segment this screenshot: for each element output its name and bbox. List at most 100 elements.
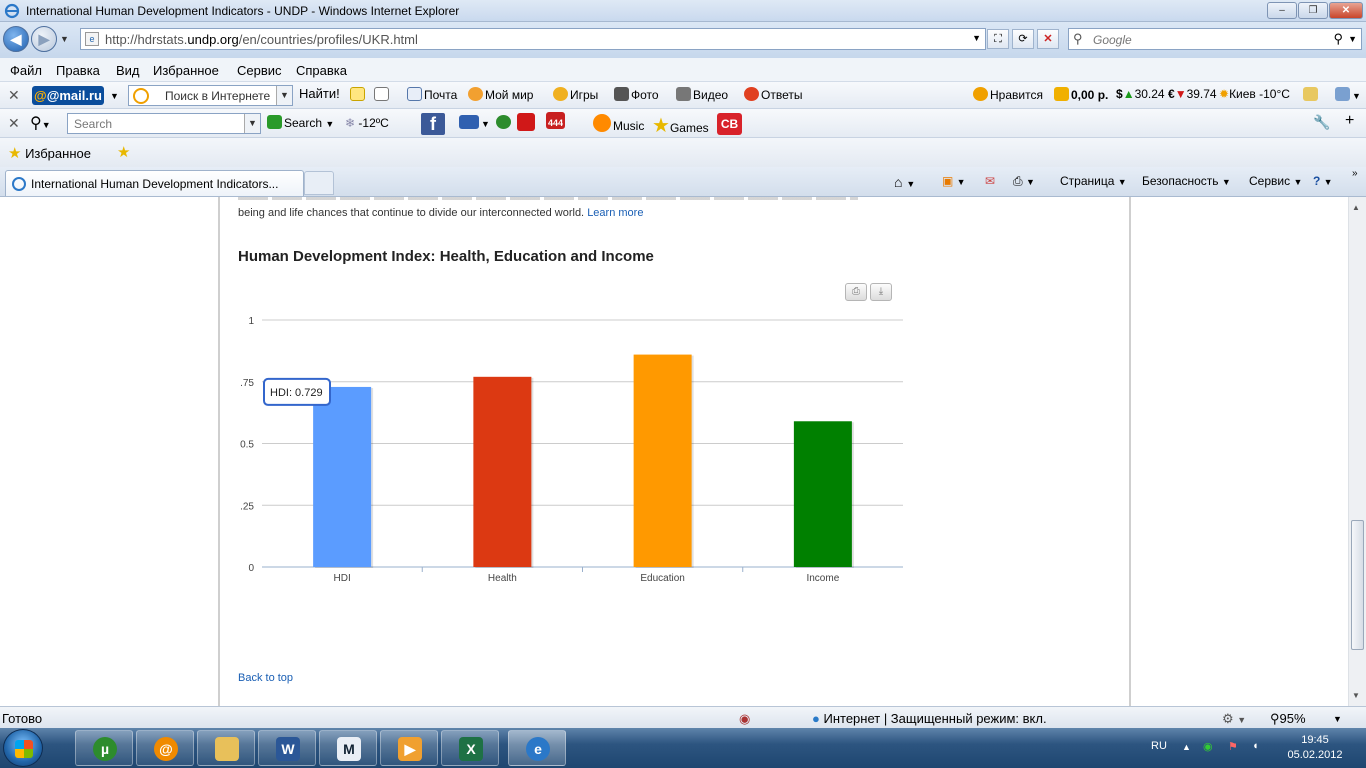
compatibility-view-button[interactable]: ⛶ xyxy=(987,29,1009,49)
menu-help[interactable]: Справка xyxy=(296,63,347,78)
cb-icon[interactable]: CB xyxy=(717,113,742,135)
restore-button[interactable]: ❐ xyxy=(1298,2,1328,19)
facebook-icon[interactable]: f xyxy=(421,113,445,135)
web-search-input[interactable]: ⚲ Google ⚲ ▼ xyxy=(1068,28,1362,50)
weather-temp[interactable]: ❄ -12ºC xyxy=(345,116,389,130)
menu-file[interactable]: Файл xyxy=(10,63,42,78)
menu-favorites[interactable]: Избранное xyxy=(153,63,219,78)
scroll-down-icon[interactable]: ▼ xyxy=(1352,691,1360,700)
system-clock[interactable]: 19:45 05.02.2012 xyxy=(1285,733,1345,763)
taskbar-utorrent[interactable]: µ xyxy=(75,730,133,766)
stop-button[interactable]: ✕ xyxy=(1037,29,1059,49)
protected-mode-icon[interactable]: ⚙ ▼ xyxy=(1222,711,1246,727)
close-toolbar-icon[interactable]: ✕ xyxy=(8,87,20,104)
menu-view[interactable]: Вид xyxy=(116,63,140,78)
add-favorite-icon[interactable]: ★ xyxy=(117,143,130,161)
tab-active[interactable]: International Human Development Indicato… xyxy=(5,170,304,196)
toolbar-answers[interactable]: Ответы xyxy=(744,87,802,102)
add-button[interactable]: + xyxy=(1345,112,1354,130)
page-menu[interactable]: Страница ▼ xyxy=(1060,174,1127,188)
url-field[interactable]: e http://hdrstats.undp.org/en/countries/… xyxy=(80,28,986,50)
volume-icon[interactable]: ◖ xyxy=(1252,740,1259,752)
taskbar-mail-agent[interactable]: @ xyxy=(136,730,194,766)
toolbar-video[interactable]: Видео xyxy=(676,87,728,102)
find-button[interactable]: Найти! xyxy=(299,86,340,101)
close-window-button[interactable]: ✕ xyxy=(1329,2,1363,19)
tray-app-icon[interactable]: ◉ xyxy=(1203,740,1213,753)
taskbar-internet-explorer[interactable]: e xyxy=(508,730,566,766)
favorites-button[interactable]: ★ Избранное xyxy=(8,144,91,162)
chevron-more-icon[interactable]: » xyxy=(1352,168,1358,179)
y-tick-label: 0 xyxy=(248,563,254,574)
security-zone[interactable]: ● Интернет | Защищенный режим: вкл. xyxy=(812,711,1047,726)
taskbar-media-player[interactable]: ▶ xyxy=(380,730,438,766)
menu-tools[interactable]: Сервис xyxy=(237,63,282,78)
start-button[interactable] xyxy=(3,729,43,767)
music-button[interactable]: Music xyxy=(593,114,644,133)
toolbar-photo[interactable]: Фото xyxy=(614,87,659,102)
mailru-search-dropdown-icon[interactable]: ▼ xyxy=(276,86,292,105)
toolbar-search-icon[interactable]: ⚲▼ xyxy=(30,113,51,133)
back-button[interactable]: ◀ xyxy=(3,26,29,52)
tools-menu[interactable]: Сервис ▼ xyxy=(1249,174,1302,188)
mailru-search-input[interactable]: Поиск в Интернете ▼ xyxy=(128,85,293,106)
url-text[interactable]: http://hdrstats.undp.org/en/countries/pr… xyxy=(105,32,418,47)
minimize-button[interactable]: – xyxy=(1267,2,1297,19)
utorrent-icon[interactable] xyxy=(496,115,513,130)
weather-widget[interactable]: ✹Киев -10°C xyxy=(1219,87,1290,101)
highlight-icon[interactable] xyxy=(350,87,367,102)
wrench-icon[interactable]: 🔧 xyxy=(1313,114,1330,131)
print-icon[interactable]: ⎙ ▼ xyxy=(1013,174,1035,189)
toolbar-search-dropdown-icon[interactable]: ▼ xyxy=(244,114,260,133)
history-dropdown-icon[interactable]: ▼ xyxy=(60,34,69,44)
vertical-scrollbar[interactable]: ▲ ▼ xyxy=(1348,197,1366,706)
games-button[interactable]: ★Games xyxy=(652,113,709,138)
network-icon[interactable]: ⚑ xyxy=(1228,740,1238,753)
mail-icon[interactable]: ▼ xyxy=(459,115,490,130)
read-mail-icon[interactable]: ✉ xyxy=(985,174,995,188)
taskbar-mathcad[interactable]: M xyxy=(319,730,377,766)
zoom-dropdown-icon[interactable]: ▼ xyxy=(1333,714,1342,724)
toolbar-mail[interactable]: Почта xyxy=(407,87,457,102)
toolbar-search-button[interactable]: Search ▼ xyxy=(267,115,334,130)
show-hidden-icons-icon[interactable]: ▲ xyxy=(1182,742,1191,752)
refresh-button[interactable]: ⟳ xyxy=(1012,29,1034,49)
menu-bar: Файл Правка Вид Избранное Сервис Справка xyxy=(0,58,1366,82)
new-tab-button[interactable] xyxy=(304,171,334,195)
rss-icon[interactable]: ▣ ▼ xyxy=(942,174,966,188)
window-title: International Human Development Indicato… xyxy=(26,4,460,18)
taskbar-word[interactable]: W xyxy=(258,730,316,766)
toolbar-settings-icon[interactable]: ▼ xyxy=(1335,87,1361,102)
youtube-icon[interactable] xyxy=(517,113,537,132)
taskbar-excel[interactable]: X xyxy=(441,730,499,766)
badge-444[interactable]: 444 xyxy=(546,112,566,129)
url-dropdown-icon[interactable]: ▼ xyxy=(972,33,981,43)
search-dropdown-icon[interactable]: ▼ xyxy=(1348,34,1357,44)
favorites-bar: ★ Избранное ★ xyxy=(0,138,1366,167)
forward-button[interactable]: ▶ xyxy=(31,26,57,52)
toolbar-search-input[interactable]: Search ▼ xyxy=(67,113,261,134)
usd-rate[interactable]: $▲30.24 xyxy=(1116,87,1165,101)
safety-menu[interactable]: Безопасность ▼ xyxy=(1142,174,1231,188)
like-button[interactable]: Нравится xyxy=(973,87,1043,102)
language-indicator[interactable]: RU xyxy=(1151,740,1167,752)
scroll-thumb[interactable] xyxy=(1351,520,1364,650)
mailru-logo[interactable]: @@mail.ru xyxy=(32,86,104,105)
zoom-level[interactable]: ⚲95% xyxy=(1270,711,1306,727)
help-icon[interactable]: ? ▼ xyxy=(1313,174,1333,188)
home-icon[interactable]: ⌂ ▼ xyxy=(894,174,915,190)
search-go-icon[interactable]: ⚲ xyxy=(1333,31,1343,47)
toolbar-my-world[interactable]: Мой мир xyxy=(468,87,533,102)
mailru-menu-dropdown-icon[interactable]: ▼ xyxy=(110,91,119,101)
toolbar-games[interactable]: Игры xyxy=(553,87,598,102)
balance-widget[interactable]: 0,00 р. xyxy=(1054,87,1108,102)
page-search-icon[interactable] xyxy=(374,87,391,102)
privacy-icon[interactable]: ◉ xyxy=(739,711,750,727)
map-icon[interactable] xyxy=(1303,87,1320,102)
back-to-top-link[interactable]: Back to top xyxy=(238,672,293,684)
menu-edit[interactable]: Правка xyxy=(56,63,100,78)
close-toolbar-2-icon[interactable]: ✕ xyxy=(8,115,20,132)
scroll-up-icon[interactable]: ▲ xyxy=(1352,203,1360,212)
taskbar-explorer[interactable] xyxy=(197,730,255,766)
eur-rate[interactable]: €▼39.74 xyxy=(1168,87,1217,101)
